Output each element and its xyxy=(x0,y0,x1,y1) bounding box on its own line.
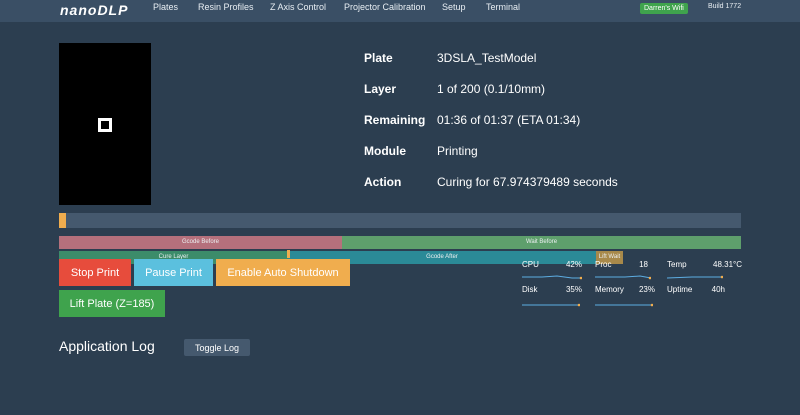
module-value: Printing xyxy=(437,144,478,158)
nav-setup[interactable]: Setup xyxy=(442,2,466,12)
module-label: Module xyxy=(364,144,406,158)
plate-value: 3DSLA_TestModel xyxy=(437,51,537,65)
proc-value: 18 xyxy=(639,260,648,269)
lift-plate-button[interactable]: Lift Plate (Z=185) xyxy=(59,290,165,317)
nav-terminal[interactable]: Terminal xyxy=(486,2,520,12)
action-value: Curing for 67.974379489 seconds xyxy=(437,175,618,189)
square-outline-icon xyxy=(98,118,112,132)
temp-value: 48.31°C xyxy=(713,260,742,269)
temp-label: Temp xyxy=(667,260,687,269)
stop-print-button[interactable]: Stop Print xyxy=(59,259,131,286)
cpu-label: CPU xyxy=(522,260,539,269)
memory-sparkline xyxy=(595,303,653,307)
nav-plates[interactable]: Plates xyxy=(153,2,178,12)
wifi-badge[interactable]: Darren's Wifi xyxy=(640,3,688,14)
enable-auto-shutdown-button[interactable]: Enable Auto Shutdown xyxy=(216,259,350,286)
memory-label: Memory xyxy=(595,285,624,294)
toggle-log-button[interactable]: Toggle Log xyxy=(184,339,250,356)
pause-print-button[interactable]: Pause Print xyxy=(134,259,213,286)
timeline-wait-before: Wait Before xyxy=(342,236,741,249)
cpu-value: 42% xyxy=(565,260,582,269)
build-number: Build 1772 xyxy=(708,3,742,10)
timeline-position-marker xyxy=(287,250,290,258)
print-progress-fill xyxy=(59,213,66,228)
print-progress-bar xyxy=(59,213,741,228)
layer-label: Layer xyxy=(364,82,397,96)
remaining-label: Remaining xyxy=(364,113,426,127)
layer-value: 1 of 200 (0.1/10mm) xyxy=(437,82,546,96)
nav-resin-profiles[interactable]: Resin Profiles xyxy=(198,2,254,12)
timeline-gcode-before: Gcode Before xyxy=(59,236,342,249)
temp-sparkline xyxy=(667,275,723,279)
uptime-value: 40h xyxy=(711,285,725,294)
brand-logo[interactable]: nanoDLP xyxy=(60,2,128,18)
proc-sparkline xyxy=(595,275,651,280)
nav-z-axis-control[interactable]: Z Axis Control xyxy=(270,2,326,12)
remaining-value: 01:36 of 01:37 (ETA 01:34) xyxy=(437,113,581,127)
application-log-title: Application Log xyxy=(59,338,155,354)
layer-preview xyxy=(59,43,151,205)
action-label: Action xyxy=(364,175,402,189)
disk-label: Disk xyxy=(522,285,538,294)
memory-value: 23% xyxy=(638,285,655,294)
uptime-label: Uptime xyxy=(667,285,693,294)
cpu-sparkline xyxy=(522,275,582,280)
disk-sparkline xyxy=(522,303,580,307)
proc-label: Proc xyxy=(595,260,612,269)
disk-value: 35% xyxy=(565,285,582,294)
top-navbar: nanoDLP Plates Resin Profiles Z Axis Con… xyxy=(0,0,800,22)
nav-projector-calibration[interactable]: Projector Calibration xyxy=(344,2,426,12)
plate-label: Plate xyxy=(364,51,393,65)
